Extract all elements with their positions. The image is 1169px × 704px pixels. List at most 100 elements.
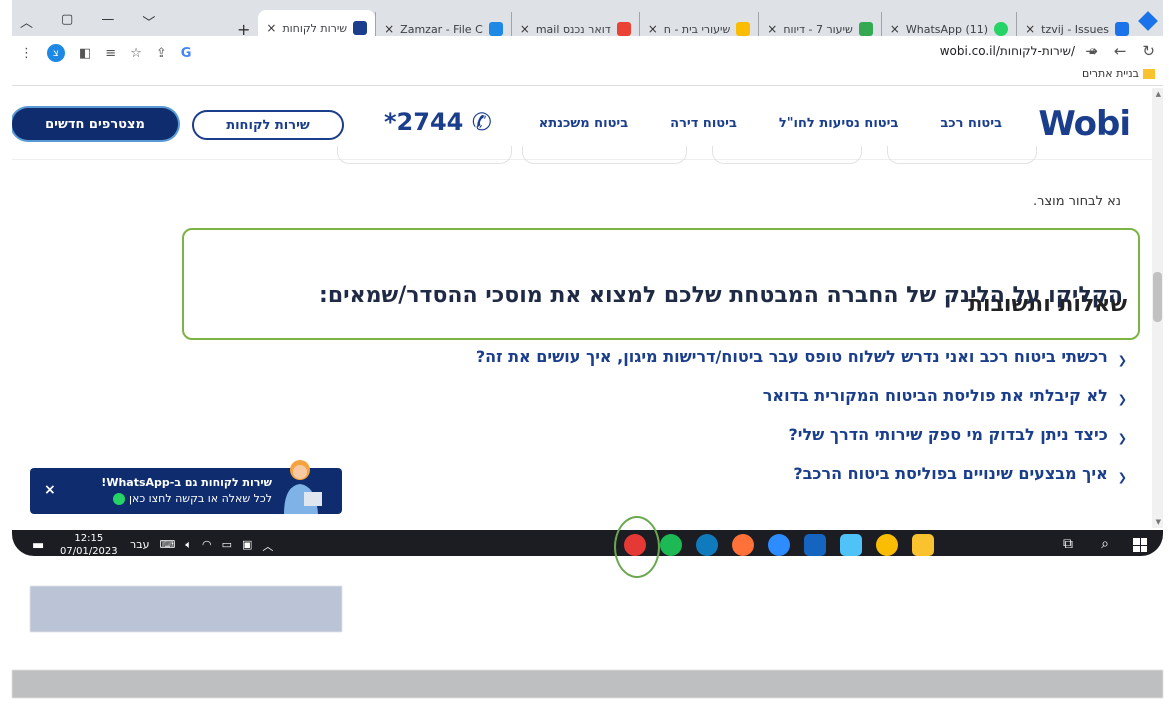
whatsapp-subtitle[interactable]: לכל שאלה או בקשה לחצו כאן — [112, 492, 272, 505]
nav-car-insurance[interactable]: ביטוח רכב — [940, 116, 1002, 131]
google-icon[interactable]: G — [181, 46, 192, 61]
forward-icon[interactable]: → — [1085, 42, 1098, 60]
chevron-up-icon[interactable]: ︿ — [20, 12, 33, 31]
bookmarks-bar: בניית אתרים — [12, 64, 1163, 86]
tab-title: שיעורי בית - ח — [663, 22, 731, 36]
keyboard-icon[interactable]: ⌨ — [159, 538, 175, 554]
tab-close-icon[interactable]: × — [384, 22, 394, 36]
github-icon — [1115, 22, 1129, 36]
tab-close-icon[interactable]: × — [1025, 22, 1035, 36]
phone-number[interactable]: *2744 ✆ — [384, 108, 492, 136]
drive-icon — [736, 22, 751, 36]
tab-title: דואר נכנס mail — [535, 22, 611, 36]
insurer-link-instruction: הקליקו על הלינק של החברה המבטחת שלכם למצ… — [319, 283, 1123, 308]
faq-question[interactable]: לא קיבלתי את פוליסת הביטוח המקורית בדואר — [763, 387, 1108, 405]
screen-reflection — [12, 556, 1163, 704]
whatsapp-subtitle-text: לכל שאלה או בקשה לחצו כאן — [128, 492, 272, 505]
bookmark-star-icon[interactable]: ☆ — [130, 46, 142, 61]
firefox-icon[interactable] — [732, 534, 754, 556]
restore-icon[interactable]: ▢ — [61, 12, 73, 31]
tab-close-icon[interactable]: × — [767, 22, 777, 36]
product-pill[interactable] — [337, 146, 512, 164]
notification-icon[interactable]: ▬ — [32, 538, 44, 553]
nav-home-insurance[interactable]: ביטוח דירה — [670, 116, 737, 131]
zamzar-icon — [488, 22, 503, 36]
faq-question[interactable]: רכשתי ביטוח רכב ואני נדרש לשלוח טופס עבר… — [476, 348, 1108, 366]
file-explorer-icon[interactable] — [912, 534, 934, 556]
scrollbar-thumb[interactable] — [1153, 272, 1162, 322]
chrome-icon[interactable] — [876, 534, 898, 556]
minimize-icon[interactable]: — — [101, 12, 114, 31]
window-controls: ︿ ▢ — ﹀ — [20, 12, 155, 31]
wobi-logo[interactable]: Wobi — [1038, 104, 1131, 144]
menu-icon[interactable]: ⋮ — [20, 46, 33, 61]
reading-list-icon[interactable]: ≡ — [105, 46, 116, 61]
reload-icon[interactable]: ↻ — [1142, 42, 1155, 60]
scroll-up-icon[interactable]: ▲ — [1156, 90, 1161, 98]
meet-icon[interactable]: ▣ — [242, 538, 252, 554]
faq-item[interactable]: ❮ כיצד ניתן לבדוק מי ספק שירותי הדרך שלי… — [427, 426, 1128, 446]
profile-avatar[interactable]: צ — [47, 44, 65, 62]
product-pill[interactable] — [522, 146, 687, 164]
bookmark-folder[interactable]: בניית אתרים — [1082, 67, 1155, 80]
whatsapp-icon — [112, 492, 125, 505]
choose-product-text: נא לבחור מוצר. — [1033, 194, 1121, 209]
volume-icon[interactable]: 🔈︎ — [185, 538, 192, 554]
nav-mortgage-insurance[interactable]: ביטוח משכנתא — [539, 116, 628, 131]
whatsapp-icon — [994, 22, 1009, 36]
customer-service-button[interactable]: שירות לקוחות — [192, 110, 344, 140]
share-icon[interactable]: ⇪ — [156, 46, 167, 61]
task-view-icon[interactable]: ⧉ — [1063, 536, 1073, 552]
zoom-icon[interactable] — [768, 534, 790, 556]
taskbar: ▬ 12:15 07/01/2023 עבר ⌨ 🔈︎ ◠ ▭ ▣ ︿ ⧉ ⌕ — [12, 530, 1163, 556]
phone-icon: ✆ — [471, 108, 492, 136]
faq-question[interactable]: איך מבצעים שינויים בפוליסת ביטוח הרכב? — [793, 465, 1107, 483]
wobi-icon — [353, 21, 368, 35]
battery-icon[interactable]: ▭ — [222, 538, 232, 554]
tab-close-icon[interactable]: × — [648, 22, 658, 36]
faq-item[interactable]: ❮ איך מבצעים שינויים בפוליסת ביטוח הרכב? — [427, 465, 1127, 485]
product-pill[interactable] — [712, 146, 862, 164]
bookmark-label: בניית אתרים — [1082, 67, 1139, 80]
reflection-popup — [30, 586, 342, 632]
drive-icon — [858, 22, 873, 36]
tab-close-icon[interactable]: × — [890, 22, 900, 36]
url-field[interactable]: wobi.co.il/שירות-לקוחות/ — [940, 44, 1075, 58]
extension-icon[interactable] — [1138, 11, 1158, 31]
edge-icon[interactable] — [696, 534, 718, 556]
tab-title: שירות לקוחות — [282, 21, 348, 35]
scroll-down-icon[interactable]: ▼ — [1156, 518, 1161, 526]
chevron-down-icon[interactable]: ﹀ — [142, 12, 155, 31]
search-icon[interactable]: ⌕ — [1101, 536, 1109, 552]
browser-window: tzvij - Issues × (11) WhatsApp × שיעור 7… — [12, 0, 1163, 556]
clock-date: 07/01/2023 — [60, 546, 118, 556]
chevron-up-icon[interactable]: ︿ — [262, 538, 273, 554]
product-pill[interactable] — [887, 146, 1037, 164]
windows-start-icon[interactable] — [1133, 538, 1147, 552]
close-icon[interactable]: × — [44, 482, 56, 498]
language-indicator[interactable]: עבר — [130, 538, 149, 554]
whatsapp-popup[interactable]: × שירות לקוחות גם ב-WhatsApp! לכל שאלה א… — [30, 460, 342, 514]
tab-close-icon[interactable]: × — [266, 21, 276, 35]
tab-close-icon[interactable]: × — [520, 22, 530, 36]
system-tray: עבר ⌨ 🔈︎ ◠ ▭ ▣ ︿ — [130, 538, 273, 554]
nav-buttons: → ← ↻ — [1085, 42, 1155, 60]
sidebar-icon[interactable]: ◧ — [79, 46, 91, 61]
gmail-icon — [616, 22, 631, 36]
phone-value: *2744 — [384, 108, 464, 136]
mail-icon[interactable] — [804, 534, 826, 556]
chevron-left-icon: ❮ — [1117, 471, 1127, 484]
new-customers-button[interactable]: מצטרפים חדשים — [12, 108, 178, 140]
back-icon[interactable]: ← — [1114, 42, 1127, 60]
faq-item[interactable]: ❮ רכשתי ביטוח רכב ואני נדרש לשלוח טופס ע… — [427, 348, 1127, 368]
store-icon[interactable] — [840, 534, 862, 556]
clock[interactable]: 12:15 07/01/2023 — [60, 532, 118, 556]
wifi-icon[interactable]: ◠ — [202, 538, 212, 554]
faq-question[interactable]: כיצד ניתן לבדוק מי ספק שירותי הדרך שלי? — [789, 426, 1108, 444]
taskbar-apps — [624, 534, 934, 556]
folder-icon — [1143, 68, 1155, 79]
nav-travel-insurance[interactable]: ביטוח נסיעות לחו"ל — [779, 116, 898, 131]
chevron-left-icon: ❮ — [1117, 354, 1127, 367]
spotify-icon[interactable] — [660, 534, 682, 556]
faq-item[interactable]: ❮ לא קיבלתי את פוליסת הביטוח המקורית בדו… — [427, 387, 1127, 407]
